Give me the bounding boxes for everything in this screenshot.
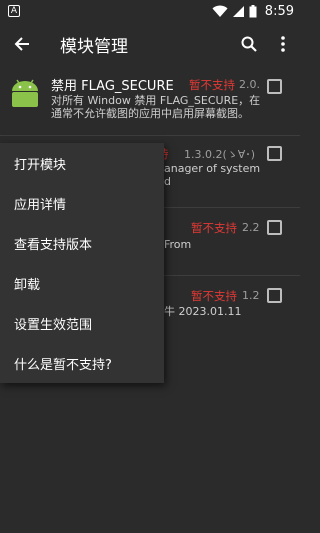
module-checkbox[interactable] bbox=[267, 288, 282, 303]
more-vert-icon bbox=[281, 36, 285, 52]
app-bar: 模块管理 bbox=[0, 22, 300, 66]
status-bar: A 8:59 bbox=[0, 0, 300, 22]
module-description: d bbox=[164, 175, 171, 188]
clock: 8:59 bbox=[264, 3, 294, 19]
module-name: 禁用 FLAG_SECURE bbox=[51, 79, 174, 94]
app-bar-actions bbox=[232, 22, 300, 66]
status-label: 暂不支持 bbox=[191, 289, 237, 303]
wifi-icon bbox=[212, 5, 228, 17]
menu-item-set-scope[interactable]: 设置生效范围 bbox=[0, 303, 164, 343]
android-robot-icon bbox=[12, 79, 38, 107]
version-label: 2.0. bbox=[239, 78, 260, 91]
module-description: From bbox=[164, 238, 192, 251]
notification-a-icon: A bbox=[8, 5, 20, 17]
menu-item-uninstall[interactable]: 卸载 bbox=[0, 263, 164, 303]
module-checkbox[interactable] bbox=[267, 220, 282, 235]
battery-icon bbox=[249, 4, 257, 17]
page-title: 模块管理 bbox=[60, 36, 128, 57]
status-label: 暂不支持 bbox=[191, 221, 237, 235]
search-icon bbox=[241, 36, 257, 52]
module-description: 对所有 Window 禁用 FLAG_SECURE，在通常不允许截图的应用中启用… bbox=[51, 94, 261, 120]
version-label: 2.2 bbox=[242, 221, 260, 234]
context-menu: 打开模块 应用详情 查看支持版本 卸载 设置生效范围 什么是暂不支持? bbox=[0, 143, 164, 383]
signal-icon bbox=[232, 5, 244, 17]
more-options-button[interactable] bbox=[266, 22, 300, 66]
module-row[interactable]: 禁用 FLAG_SECURE 暂不支持 2.0. 对所有 Window 禁用 F… bbox=[0, 66, 300, 136]
module-description: 牛 2023.01.11 bbox=[164, 305, 242, 318]
back-arrow-icon bbox=[14, 37, 29, 51]
module-description: anager of system bbox=[164, 162, 261, 175]
version-label: 1.3.0.2(ゝ∀･) bbox=[184, 148, 256, 161]
module-checkbox[interactable] bbox=[267, 79, 282, 94]
status-label: 暂不支持 bbox=[189, 78, 235, 92]
back-button[interactable] bbox=[0, 22, 44, 66]
menu-item-what-is-unsupported[interactable]: 什么是暂不支持? bbox=[0, 343, 164, 383]
status-icons: 8:59 bbox=[212, 4, 294, 19]
module-checkbox[interactable] bbox=[267, 146, 282, 161]
menu-item-supported-versions[interactable]: 查看支持版本 bbox=[0, 223, 164, 263]
menu-item-app-details[interactable]: 应用详情 bbox=[0, 183, 164, 223]
search-button[interactable] bbox=[232, 22, 266, 66]
menu-item-open-module[interactable]: 打开模块 bbox=[0, 143, 164, 183]
version-label: 1.2 bbox=[242, 289, 260, 302]
